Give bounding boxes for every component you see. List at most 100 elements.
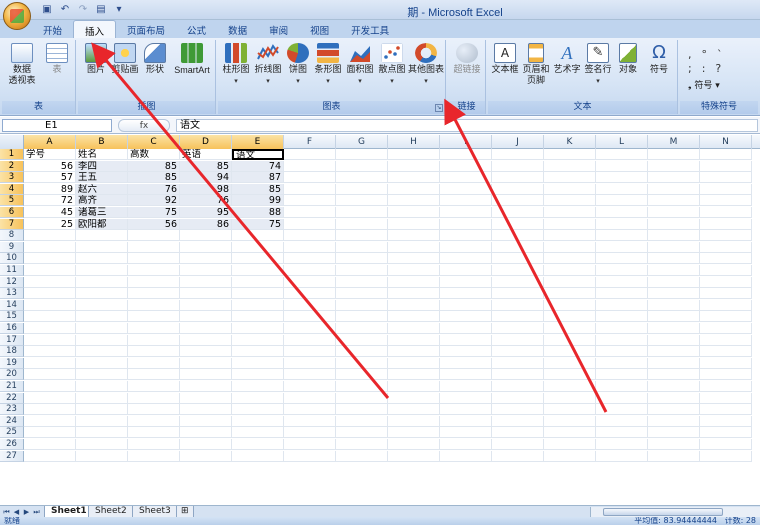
cell-F13[interactable] xyxy=(284,288,336,300)
cell-N9[interactable] xyxy=(700,241,752,253)
cell-F25[interactable] xyxy=(284,427,336,439)
cell-D10[interactable] xyxy=(180,253,232,265)
cell-E24[interactable] xyxy=(232,415,284,427)
cell-A23[interactable] xyxy=(24,404,76,416)
cell-H18[interactable] xyxy=(388,346,440,358)
cell-L8[interactable] xyxy=(596,230,648,242)
cell-J20[interactable] xyxy=(492,369,544,381)
cell-F12[interactable] xyxy=(284,276,336,288)
cell-I19[interactable] xyxy=(440,357,492,369)
cell-A11[interactable] xyxy=(24,265,76,276)
cell-J12[interactable] xyxy=(492,276,544,288)
cell-B27[interactable] xyxy=(76,450,128,462)
hyperlink-button[interactable]: 超链接 xyxy=(451,43,483,76)
cell-L4[interactable] xyxy=(596,183,648,195)
cell-D20[interactable] xyxy=(180,369,232,381)
cell-D12[interactable] xyxy=(180,276,232,288)
cell-C10[interactable] xyxy=(128,253,180,265)
cell-L20[interactable] xyxy=(596,369,648,381)
row-header[interactable]: 22 xyxy=(0,392,24,404)
cell-L23[interactable] xyxy=(596,404,648,416)
cell-G20[interactable] xyxy=(336,369,388,381)
pie-chart-button[interactable]: 饼图 ▾ xyxy=(284,43,312,87)
cell-M24[interactable] xyxy=(648,415,700,427)
cell-J22[interactable] xyxy=(492,392,544,404)
cell-F23[interactable] xyxy=(284,404,336,416)
cell-K1[interactable] xyxy=(544,149,596,160)
cell-K15[interactable] xyxy=(544,311,596,323)
cell-E22[interactable] xyxy=(232,392,284,404)
cell-H12[interactable] xyxy=(388,276,440,288)
header-footer-button[interactable]: 页眉和 页脚 xyxy=(520,43,552,87)
cell-F5[interactable] xyxy=(284,195,336,207)
cell-D16[interactable] xyxy=(180,323,232,334)
cell-G13[interactable] xyxy=(336,288,388,300)
prev-sheet-icon[interactable]: ◀ xyxy=(12,507,21,517)
cell-M3[interactable] xyxy=(648,172,700,184)
cell-J3[interactable] xyxy=(492,172,544,184)
cell-E3[interactable]: 87 xyxy=(232,172,284,184)
cell-K21[interactable] xyxy=(544,381,596,392)
scroll-thumb[interactable] xyxy=(603,508,723,516)
cell-G12[interactable] xyxy=(336,276,388,288)
pivot-table-button[interactable]: 数据 透视表 xyxy=(5,43,39,87)
cell-N13[interactable] xyxy=(700,288,752,300)
cell-J13[interactable] xyxy=(492,288,544,300)
tab-review[interactable]: 审阅 xyxy=(258,20,299,38)
cell-K12[interactable] xyxy=(544,276,596,288)
cell-K5[interactable] xyxy=(544,195,596,207)
cell-B24[interactable] xyxy=(76,415,128,427)
clipart-button[interactable]: 剪贴画 xyxy=(110,43,140,76)
cell-C13[interactable] xyxy=(128,288,180,300)
cell-L16[interactable] xyxy=(596,323,648,334)
cell-I27[interactable] xyxy=(440,450,492,462)
cell-A24[interactable] xyxy=(24,415,76,427)
cell-E12[interactable] xyxy=(232,276,284,288)
cell-G18[interactable] xyxy=(336,346,388,358)
cell-K6[interactable] xyxy=(544,207,596,218)
cell-B26[interactable] xyxy=(76,439,128,450)
cell-J26[interactable] xyxy=(492,439,544,450)
horizontal-scrollbar[interactable] xyxy=(590,507,760,517)
cell-A19[interactable] xyxy=(24,357,76,369)
column-header-M[interactable]: M xyxy=(648,135,700,149)
cell-E26[interactable] xyxy=(232,439,284,450)
cell-C20[interactable] xyxy=(128,369,180,381)
cell-G17[interactable] xyxy=(336,334,388,346)
cell-N6[interactable] xyxy=(700,207,752,218)
cell-C26[interactable] xyxy=(128,439,180,450)
cell-B16[interactable] xyxy=(76,323,128,334)
row-header[interactable]: 13 xyxy=(0,288,24,300)
row-header[interactable]: 17 xyxy=(0,334,24,346)
cell-H8[interactable] xyxy=(388,230,440,242)
cell-B13[interactable] xyxy=(76,288,128,300)
cell-D24[interactable] xyxy=(180,415,232,427)
cell-F19[interactable] xyxy=(284,357,336,369)
cell-N26[interactable] xyxy=(700,439,752,450)
cell-F24[interactable] xyxy=(284,415,336,427)
cell-C17[interactable] xyxy=(128,334,180,346)
cell-C25[interactable] xyxy=(128,427,180,439)
cell-A21[interactable] xyxy=(24,381,76,392)
tab-view[interactable]: 视图 xyxy=(299,20,340,38)
cell-M27[interactable] xyxy=(648,450,700,462)
cell-C15[interactable] xyxy=(128,311,180,323)
worksheet-grid[interactable]: ABCDEFGHIJKLMN 1 学号 姓名 高数 英语 语文 2 56 李四 85 85 74 3 57… xyxy=(0,135,760,505)
cell-M25[interactable] xyxy=(648,427,700,439)
cell-A7[interactable]: 25 xyxy=(24,218,76,230)
cell-I18[interactable] xyxy=(440,346,492,358)
cell-J1[interactable] xyxy=(492,149,544,160)
cell-L9[interactable] xyxy=(596,241,648,253)
cell-E13[interactable] xyxy=(232,288,284,300)
cell-A25[interactable] xyxy=(24,427,76,439)
cell-K2[interactable] xyxy=(544,160,596,172)
cell-J4[interactable] xyxy=(492,183,544,195)
tab-home[interactable]: 开始 xyxy=(32,20,73,38)
cell-G4[interactable] xyxy=(336,183,388,195)
cell-F9[interactable] xyxy=(284,241,336,253)
cell-J10[interactable] xyxy=(492,253,544,265)
cell-G26[interactable] xyxy=(336,439,388,450)
cell-I5[interactable] xyxy=(440,195,492,207)
cell-B3[interactable]: 王五 xyxy=(76,172,128,184)
other-charts-button[interactable]: 其他图表 ▾ xyxy=(408,43,444,87)
